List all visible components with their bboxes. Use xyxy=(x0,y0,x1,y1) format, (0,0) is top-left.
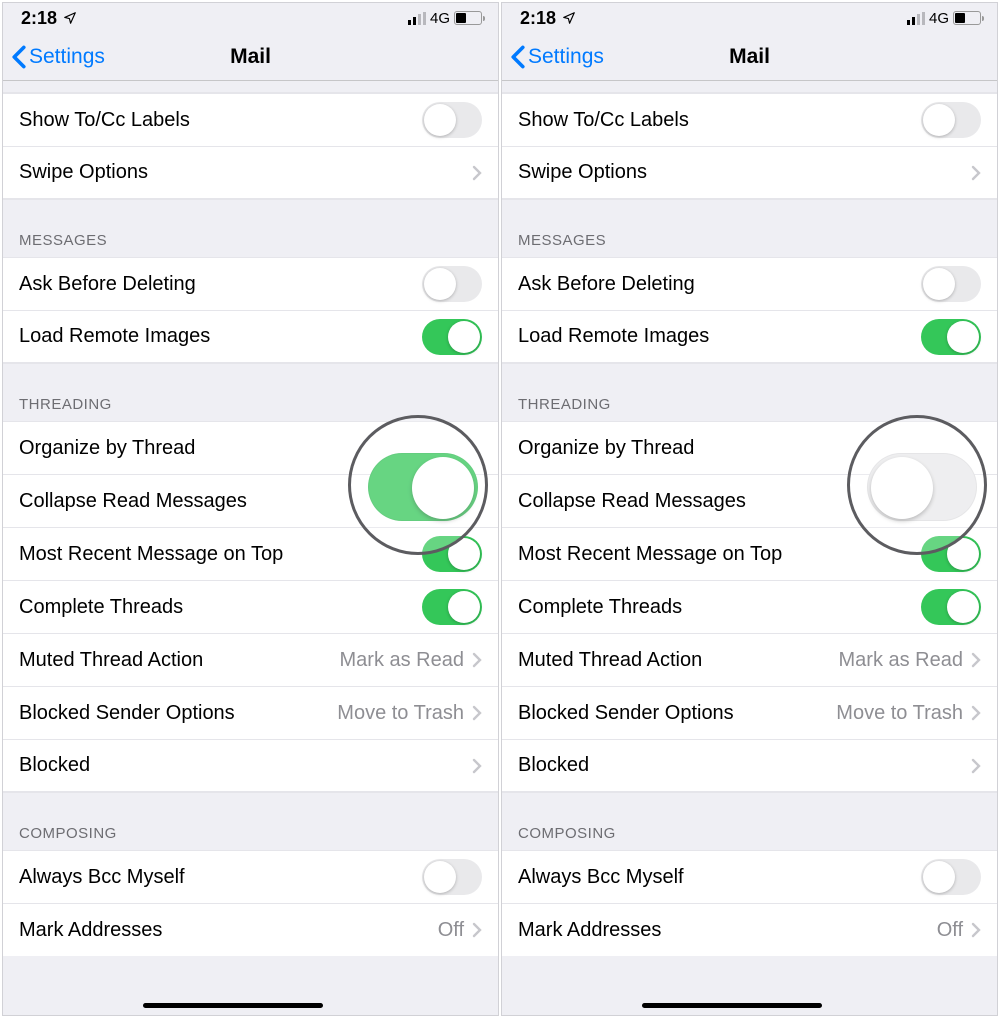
toggle-always-bcc[interactable] xyxy=(422,859,482,895)
cell-signal-icon xyxy=(408,12,426,25)
chevron-right-icon xyxy=(971,922,981,938)
row-blocked-sender-options[interactable]: Blocked Sender Options Move to Trash xyxy=(502,686,997,739)
redaction-bar xyxy=(642,1003,822,1008)
row-blocked[interactable]: Blocked xyxy=(502,739,997,792)
chevron-right-icon xyxy=(472,922,482,938)
row-blocked-sender-options[interactable]: Blocked Sender Options Move to Trash xyxy=(3,686,498,739)
phone-left: 2:18 4G Settings Mail Sh xyxy=(2,2,499,1016)
toggle-complete-threads[interactable] xyxy=(921,589,981,625)
toggle-load-remote-images[interactable] xyxy=(422,319,482,355)
highlighted-toggle-organize-by-thread[interactable] xyxy=(368,453,478,521)
toggle-ask-before-deleting[interactable] xyxy=(921,266,981,302)
status-time: 2:18 xyxy=(520,8,556,29)
redaction-bar xyxy=(143,1003,323,1008)
row-mark-addresses[interactable]: Mark Addresses Off xyxy=(3,903,498,956)
row-load-remote-images[interactable]: Load Remote Images xyxy=(3,310,498,363)
chevron-right-icon xyxy=(971,758,981,774)
row-swipe-options[interactable]: Swipe Options xyxy=(502,146,997,199)
toggle-complete-threads[interactable] xyxy=(422,589,482,625)
nav-bar: Settings Mail xyxy=(502,33,997,81)
section-messages: MESSAGES xyxy=(502,199,997,257)
back-label: Settings xyxy=(528,45,604,69)
row-complete-threads[interactable]: Complete Threads xyxy=(3,580,498,633)
row-load-remote-images[interactable]: Load Remote Images xyxy=(502,310,997,363)
toggle-show-to-cc[interactable] xyxy=(422,102,482,138)
row-blocked[interactable]: Blocked xyxy=(3,739,498,792)
row-mark-addresses[interactable]: Mark Addresses Off xyxy=(502,903,997,956)
status-time: 2:18 xyxy=(21,8,57,29)
chevron-right-icon xyxy=(971,652,981,668)
section-messages: MESSAGES xyxy=(3,199,498,257)
back-label: Settings xyxy=(29,45,105,69)
toggle-most-recent[interactable] xyxy=(422,536,482,572)
chevron-right-icon xyxy=(472,652,482,668)
chevron-right-icon xyxy=(472,705,482,721)
chevron-right-icon xyxy=(971,705,981,721)
row-complete-threads[interactable]: Complete Threads xyxy=(502,580,997,633)
back-button[interactable]: Settings xyxy=(11,45,105,69)
phone-right: 2:18 4G Settings Mail Sh xyxy=(501,2,998,1016)
row-show-to-cc[interactable]: Show To/Cc Labels xyxy=(3,93,498,146)
back-button[interactable]: Settings xyxy=(510,45,604,69)
toggle-show-to-cc[interactable] xyxy=(921,102,981,138)
section-composing: COMPOSING xyxy=(502,792,997,850)
row-swipe-options[interactable]: Swipe Options xyxy=(3,146,498,199)
section-threading: THREADING xyxy=(3,363,498,421)
row-always-bcc[interactable]: Always Bcc Myself xyxy=(3,850,498,903)
location-icon xyxy=(63,11,77,25)
battery-icon xyxy=(454,11,482,25)
row-muted-thread-action[interactable]: Muted Thread Action Mark as Read xyxy=(502,633,997,686)
nav-bar: Settings Mail xyxy=(3,33,498,81)
toggle-load-remote-images[interactable] xyxy=(921,319,981,355)
status-bar: 2:18 4G xyxy=(3,3,498,33)
chevron-right-icon xyxy=(971,165,981,181)
location-icon xyxy=(562,11,576,25)
row-most-recent[interactable]: Most Recent Message on Top xyxy=(3,527,498,580)
row-muted-thread-action[interactable]: Muted Thread Action Mark as Read xyxy=(3,633,498,686)
toggle-ask-before-deleting[interactable] xyxy=(422,266,482,302)
chevron-right-icon xyxy=(472,165,482,181)
battery-icon xyxy=(953,11,981,25)
status-network: 4G xyxy=(929,10,949,27)
section-composing: COMPOSING xyxy=(3,792,498,850)
toggle-always-bcc[interactable] xyxy=(921,859,981,895)
highlighted-toggle-organize-by-thread[interactable] xyxy=(867,453,977,521)
status-network: 4G xyxy=(430,10,450,27)
row-most-recent[interactable]: Most Recent Message on Top xyxy=(502,527,997,580)
row-always-bcc[interactable]: Always Bcc Myself xyxy=(502,850,997,903)
section-threading: THREADING xyxy=(502,363,997,421)
row-ask-before-deleting[interactable]: Ask Before Deleting xyxy=(502,257,997,310)
cell-signal-icon xyxy=(907,12,925,25)
row-show-to-cc[interactable]: Show To/Cc Labels xyxy=(502,93,997,146)
chevron-right-icon xyxy=(472,758,482,774)
row-ask-before-deleting[interactable]: Ask Before Deleting xyxy=(3,257,498,310)
toggle-most-recent[interactable] xyxy=(921,536,981,572)
status-bar: 2:18 4G xyxy=(502,3,997,33)
